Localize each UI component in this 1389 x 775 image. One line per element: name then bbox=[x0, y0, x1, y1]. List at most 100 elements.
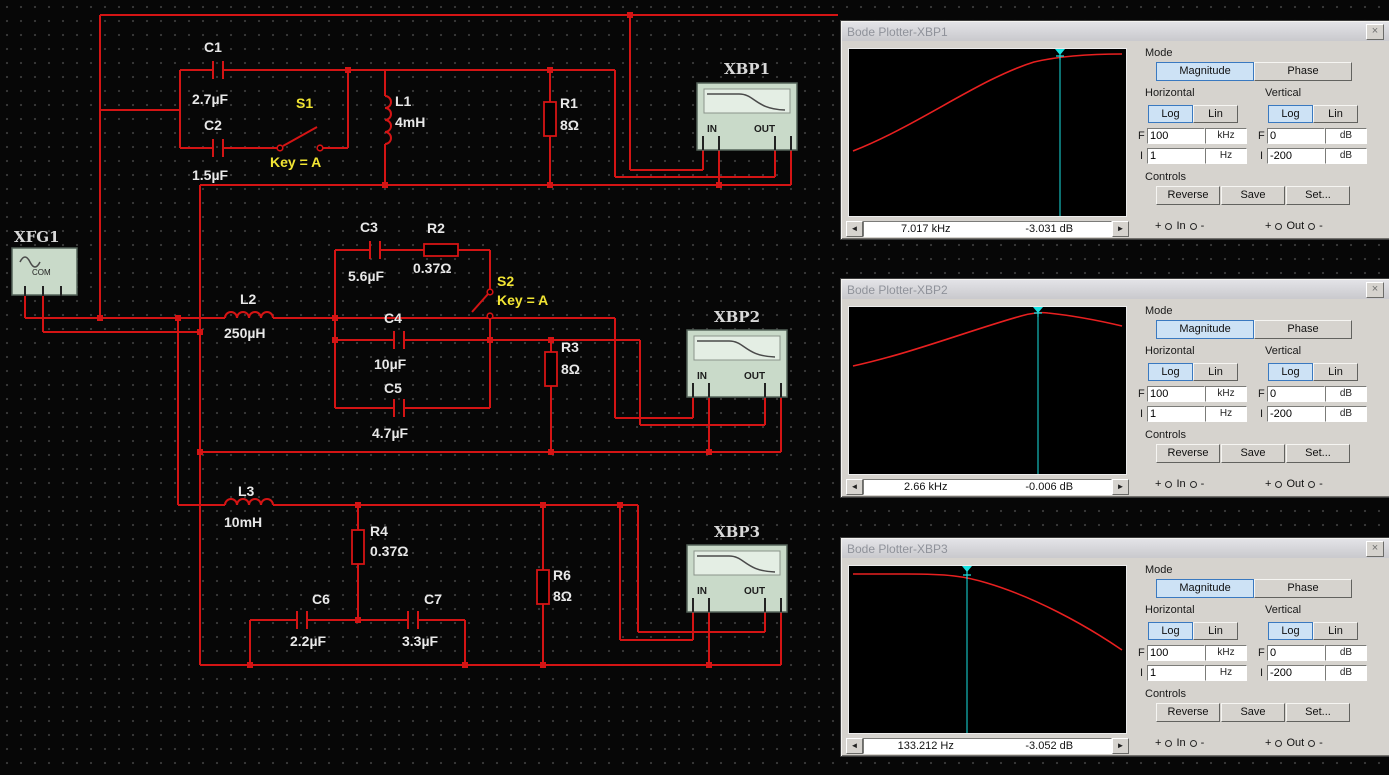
cursor-gain-value: -0.006 dB bbox=[1025, 481, 1074, 493]
window-titlebar[interactable]: Bode Plotter-XBP2 × bbox=[842, 280, 1389, 299]
out-plus-terminal[interactable] bbox=[1275, 480, 1283, 488]
save-button[interactable]: Save bbox=[1221, 444, 1285, 463]
resistor-r3[interactable] bbox=[544, 351, 558, 387]
in-minus-terminal[interactable] bbox=[1189, 222, 1197, 230]
vertical-lin-button[interactable]: Lin bbox=[1313, 363, 1358, 381]
component-ref-c6: C6 bbox=[312, 591, 330, 607]
save-button[interactable]: Save bbox=[1221, 703, 1285, 722]
bode-plot-display[interactable] bbox=[848, 48, 1127, 217]
instrument-title-xbp2: XBP2 bbox=[714, 308, 760, 326]
in-plus-terminal[interactable] bbox=[1165, 739, 1173, 747]
magnitude-button[interactable]: Magnitude bbox=[1156, 579, 1254, 598]
bode-plot-display[interactable] bbox=[848, 306, 1127, 475]
capacitor-c7[interactable] bbox=[407, 611, 419, 629]
set-button[interactable]: Set... bbox=[1286, 703, 1350, 722]
vertical-log-button[interactable]: Log bbox=[1268, 105, 1313, 123]
cursor-left-button[interactable]: ◄ bbox=[846, 479, 863, 495]
vertical-log-button[interactable]: Log bbox=[1268, 622, 1313, 640]
cursor-left-button[interactable]: ◄ bbox=[846, 221, 863, 237]
horizontal-lin-button[interactable]: Lin bbox=[1193, 363, 1238, 381]
capacitor-c4[interactable] bbox=[393, 331, 405, 349]
in-plus-terminal[interactable] bbox=[1165, 222, 1173, 230]
horizontal-log-button[interactable]: Log bbox=[1148, 363, 1193, 381]
vertical-i-input[interactable] bbox=[1267, 148, 1325, 164]
out-plus-terminal[interactable] bbox=[1275, 222, 1283, 230]
cursor-left-button[interactable]: ◄ bbox=[846, 738, 863, 754]
window-titlebar[interactable]: Bode Plotter-XBP3 × bbox=[842, 539, 1389, 558]
resistor-r4[interactable] bbox=[351, 529, 365, 565]
vertical-f-input[interactable] bbox=[1267, 645, 1325, 661]
vertical-i-input[interactable] bbox=[1267, 406, 1325, 422]
cursor-right-button[interactable]: ► bbox=[1112, 221, 1129, 237]
horizontal-i-input[interactable] bbox=[1147, 148, 1205, 164]
inductor-l3[interactable] bbox=[224, 498, 274, 506]
switch-s1[interactable] bbox=[276, 126, 324, 152]
resistor-r2[interactable] bbox=[423, 243, 459, 257]
bode-plot-display[interactable] bbox=[848, 565, 1127, 734]
cursor-handle-icon[interactable] bbox=[962, 566, 972, 572]
in-minus-label: - bbox=[1200, 478, 1205, 490]
vertical-lin-button[interactable]: Lin bbox=[1313, 622, 1358, 640]
component-ref-l3: L3 bbox=[238, 483, 255, 499]
horizontal-f-input[interactable] bbox=[1147, 645, 1205, 661]
switch-s2[interactable] bbox=[471, 288, 494, 320]
set-button[interactable]: Set... bbox=[1286, 186, 1350, 205]
out-minus-terminal[interactable] bbox=[1308, 222, 1316, 230]
magnitude-button[interactable]: Magnitude bbox=[1156, 62, 1254, 81]
horizontal-lin-button[interactable]: Lin bbox=[1193, 622, 1238, 640]
set-button[interactable]: Set... bbox=[1286, 444, 1350, 463]
inductor-l2[interactable] bbox=[224, 311, 274, 319]
magnitude-button[interactable]: Magnitude bbox=[1156, 320, 1254, 339]
capacitor-c2[interactable] bbox=[212, 139, 224, 157]
component-ref-c5: C5 bbox=[384, 380, 402, 396]
vertical-f-input[interactable] bbox=[1267, 386, 1325, 402]
resistor-r6[interactable] bbox=[536, 569, 550, 605]
vertical-i-input[interactable] bbox=[1267, 665, 1325, 681]
out-minus-terminal[interactable] bbox=[1308, 739, 1316, 747]
horizontal-f-input[interactable] bbox=[1147, 128, 1205, 144]
out-minus-terminal[interactable] bbox=[1308, 480, 1316, 488]
save-button[interactable]: Save bbox=[1221, 186, 1285, 205]
horizontal-label: Horizontal bbox=[1145, 604, 1195, 616]
multisim-workspace[interactable]: { "circuit": { "components": [ {"ref": "… bbox=[0, 0, 1389, 775]
phase-button[interactable]: Phase bbox=[1254, 320, 1352, 339]
phase-button[interactable]: Phase bbox=[1254, 579, 1352, 598]
cursor-handle-icon[interactable] bbox=[1055, 49, 1065, 55]
horizontal-lin-button[interactable]: Lin bbox=[1193, 105, 1238, 123]
capacitor-c1[interactable] bbox=[212, 61, 224, 79]
magnitude-curve bbox=[852, 311, 1123, 367]
capacitor-c5[interactable] bbox=[393, 399, 405, 417]
horizontal-i-input[interactable] bbox=[1147, 406, 1205, 422]
vertical-f-input[interactable] bbox=[1267, 128, 1325, 144]
component-value-c4: 10µF bbox=[374, 356, 407, 372]
horizontal-f-input[interactable] bbox=[1147, 386, 1205, 402]
horizontal-log-button[interactable]: Log bbox=[1148, 105, 1193, 123]
capacitor-c6[interactable] bbox=[296, 611, 308, 629]
resistor-r1[interactable] bbox=[543, 101, 557, 137]
close-icon[interactable]: × bbox=[1366, 281, 1384, 298]
bode-plotter-icon-xbp1[interactable]: IN OUT bbox=[696, 82, 798, 151]
close-icon[interactable]: × bbox=[1366, 540, 1384, 557]
cursor-right-button[interactable]: ► bbox=[1112, 738, 1129, 754]
vertical-lin-button[interactable]: Lin bbox=[1313, 105, 1358, 123]
bode-plotter-icon-xbp2[interactable]: IN OUT bbox=[686, 329, 788, 398]
bode-plotter-icon-xbp3[interactable]: IN OUT bbox=[686, 544, 788, 613]
cursor-right-button[interactable]: ► bbox=[1112, 479, 1129, 495]
horizontal-i-input[interactable] bbox=[1147, 665, 1205, 681]
capacitor-c3[interactable] bbox=[369, 241, 381, 259]
horizontal-log-button[interactable]: Log bbox=[1148, 622, 1193, 640]
window-titlebar[interactable]: Bode Plotter-XBP1 × bbox=[842, 22, 1389, 41]
reverse-button[interactable]: Reverse bbox=[1156, 444, 1220, 463]
reverse-button[interactable]: Reverse bbox=[1156, 703, 1220, 722]
out-plus-terminal[interactable] bbox=[1275, 739, 1283, 747]
inductor-l1[interactable] bbox=[384, 95, 392, 145]
in-plus-terminal[interactable] bbox=[1165, 480, 1173, 488]
reverse-button[interactable]: Reverse bbox=[1156, 186, 1220, 205]
function-generator-icon-xfg1[interactable]: COM bbox=[11, 247, 78, 296]
in-minus-terminal[interactable] bbox=[1189, 480, 1197, 488]
vertical-log-button[interactable]: Log bbox=[1268, 363, 1313, 381]
phase-button[interactable]: Phase bbox=[1254, 62, 1352, 81]
component-ref-c2: C2 bbox=[204, 117, 222, 133]
close-icon[interactable]: × bbox=[1366, 23, 1384, 40]
in-minus-terminal[interactable] bbox=[1189, 739, 1197, 747]
